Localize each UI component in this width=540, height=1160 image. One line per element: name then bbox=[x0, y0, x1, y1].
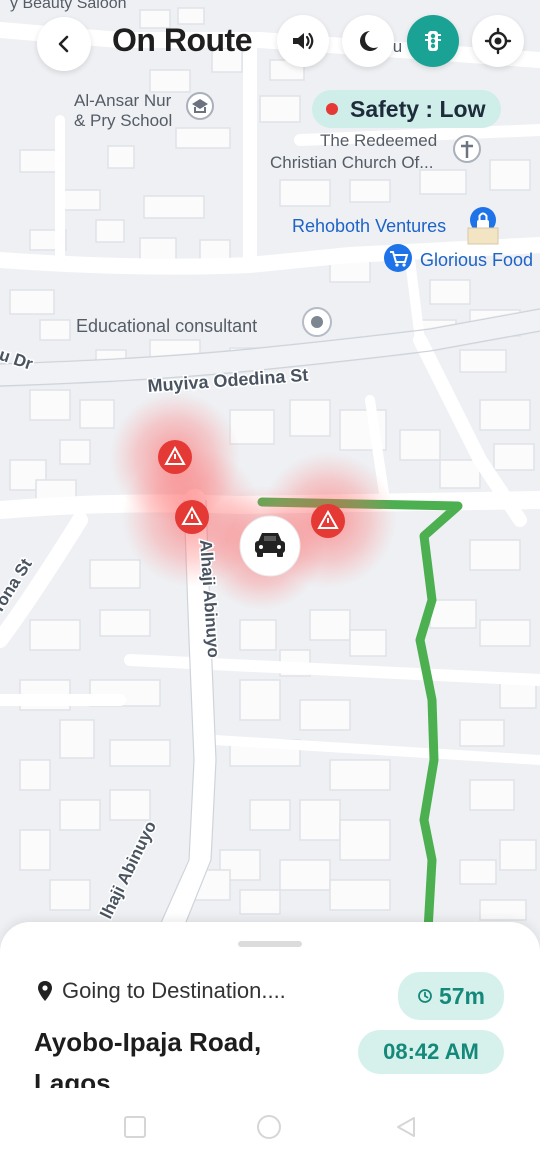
map-label-educational: Educational consultant bbox=[76, 316, 257, 336]
circle-icon[interactable] bbox=[256, 1114, 282, 1140]
map-label-school-line2: & Pry School bbox=[74, 111, 172, 130]
shopping-cart-icon[interactable] bbox=[384, 244, 412, 272]
destination-line1: Ayobo-Ipaja Road, bbox=[34, 1027, 262, 1057]
map-label-church-line2: Christian Church Of... bbox=[270, 153, 433, 172]
traffic-button[interactable] bbox=[407, 15, 459, 67]
speaker-icon bbox=[293, 32, 314, 50]
back-button[interactable] bbox=[37, 17, 91, 71]
duration-value: 57m bbox=[438, 982, 486, 1009]
arrival-time-badge: 08:42 AM bbox=[358, 1030, 504, 1074]
triangle-back-icon[interactable] bbox=[394, 1115, 418, 1139]
map-label-church-line1: The Redeemed bbox=[320, 131, 437, 150]
page-title: On Route bbox=[112, 22, 252, 58]
map-pin-icon bbox=[38, 981, 52, 1001]
map-label-glorious: Glorious Food bbox=[420, 250, 533, 270]
duration-badge: 57m bbox=[398, 972, 504, 1020]
safety-status-dot bbox=[326, 103, 338, 115]
hazard-marker[interactable] bbox=[311, 504, 345, 538]
traffic-light-icon bbox=[425, 31, 441, 51]
hazard-marker[interactable] bbox=[158, 440, 192, 474]
safety-badge: Safety : Low bbox=[312, 90, 502, 128]
sheet-drag-handle[interactable] bbox=[238, 941, 302, 947]
moon-icon bbox=[360, 31, 378, 51]
map-label-rehoboth: Rehoboth Ventures bbox=[292, 216, 446, 236]
going-label: Going to Destination.... bbox=[62, 978, 286, 1003]
arrival-time-value: 08:42 AM bbox=[383, 1039, 479, 1064]
clock-icon bbox=[418, 989, 432, 1003]
system-nav-bar bbox=[0, 1088, 540, 1160]
crosshair-icon bbox=[484, 27, 512, 55]
going-row: Going to Destination.... bbox=[36, 978, 286, 1004]
map-label-saloon: y Beauty Saloon bbox=[10, 0, 127, 12]
safety-label: Safety : Low bbox=[350, 95, 486, 122]
location-pin-icon[interactable] bbox=[302, 307, 332, 337]
square-icon[interactable] bbox=[123, 1115, 147, 1139]
school-icon[interactable] bbox=[186, 92, 214, 120]
car-icon[interactable] bbox=[239, 515, 301, 577]
locate-button[interactable] bbox=[472, 15, 524, 67]
map-label-school-line1: Al-Ansar Nur bbox=[74, 91, 172, 110]
chevron-left-icon bbox=[58, 35, 69, 53]
sound-button[interactable] bbox=[277, 15, 329, 67]
theme-toggle-button[interactable] bbox=[342, 15, 394, 67]
church-icon[interactable] bbox=[453, 135, 481, 163]
trip-sheet: Going to Destination.... Ayobo-Ipaja Roa… bbox=[0, 922, 540, 1098]
hazard-marker[interactable] bbox=[175, 500, 209, 534]
